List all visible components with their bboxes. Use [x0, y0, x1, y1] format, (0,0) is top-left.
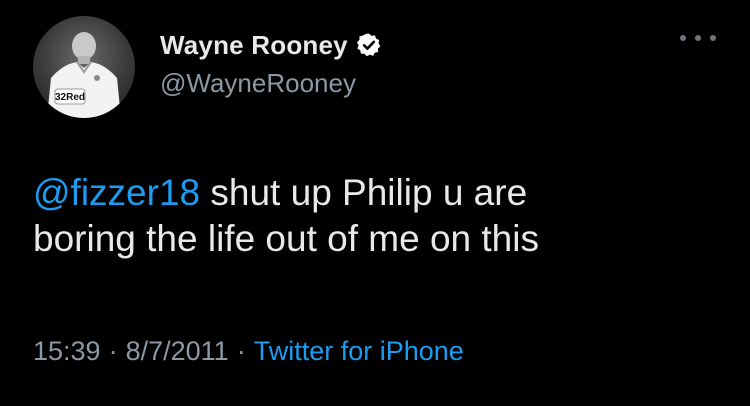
tweet-metadata: 15:39 · 8/7/2011 · Twitter for iPhone — [33, 336, 464, 367]
author-display-name[interactable]: Wayne Rooney — [160, 30, 348, 61]
author-name-row: Wayne Rooney — [160, 25, 382, 65]
tweet-text-line1: shut up Philip u are — [200, 172, 528, 213]
more-options-button[interactable] — [680, 28, 716, 48]
tweet-date: 8/7/2011 — [125, 336, 229, 366]
meta-separator: · — [108, 336, 118, 366]
ellipsis-dot-icon — [680, 35, 686, 41]
meta-separator: · — [236, 336, 246, 366]
avatar-photo-icon: 32Red — [47, 32, 121, 118]
ellipsis-dot-icon — [695, 35, 701, 41]
mention-link[interactable]: @fizzer18 — [33, 172, 200, 213]
tweet-text: @fizzer18 shut up Philip u are boring th… — [33, 170, 723, 262]
verified-badge-icon — [356, 32, 382, 58]
ellipsis-dot-icon — [710, 35, 716, 41]
avatar-sponsor-text: 32Red — [55, 92, 85, 103]
tweet-source-link[interactable]: Twitter for iPhone — [254, 336, 464, 367]
author-avatar[interactable]: 32Red — [33, 16, 135, 118]
tweet-text-line2: boring the life out of me on this — [33, 218, 539, 259]
tweet-card: 32Red Wayne Rooney @WayneRooney @fizzer1… — [0, 0, 750, 406]
tweet-time: 15:39 — [33, 336, 101, 366]
author-handle[interactable]: @WayneRooney — [160, 68, 356, 99]
